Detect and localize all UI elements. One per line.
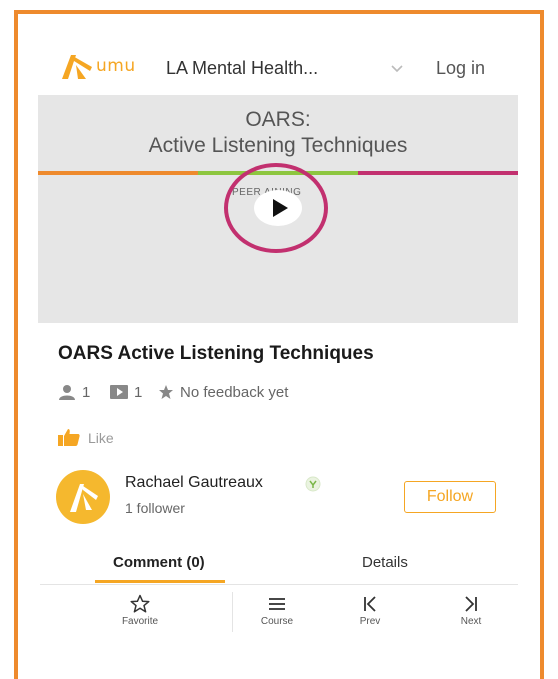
like-label: Like — [88, 430, 114, 446]
learners-count: 1 — [82, 384, 91, 401]
content-title: OARS Active Listening Techniques — [58, 343, 374, 364]
video-player[interactable]: OARS: Active Listening Techniques PEER A… — [38, 95, 518, 323]
thumbs-up-icon — [58, 429, 80, 446]
course-label: Course — [260, 616, 294, 627]
prev-label: Prev — [359, 616, 381, 627]
course-button[interactable]: Course — [237, 588, 317, 636]
login-link[interactable]: Log in — [436, 58, 485, 79]
top-header: umu LA Mental Health... Log in — [40, 50, 510, 90]
avatar-logo-icon — [70, 484, 98, 512]
follow-button[interactable]: Follow — [404, 481, 496, 513]
prev-icon — [364, 596, 376, 612]
chevron-down-icon[interactable] — [389, 60, 405, 76]
video-icon — [110, 385, 128, 399]
video-title-line-2: Active Listening Techniques — [148, 134, 408, 157]
follower-count: 1 follower — [125, 500, 185, 516]
next-icon — [465, 596, 477, 612]
org-name[interactable]: LA Mental Health... — [166, 58, 318, 79]
favorite-label: Favorite — [121, 616, 159, 627]
tab-divider — [40, 584, 518, 585]
stripe-orange — [38, 171, 198, 175]
user-icon — [59, 385, 75, 400]
author-avatar[interactable] — [56, 470, 110, 524]
tab-details[interactable]: Details — [362, 554, 408, 584]
favorite-button[interactable]: Favorite — [100, 588, 180, 636]
bottom-toolbar: Favorite Course Prev Next — [40, 588, 518, 636]
logo-text: umu — [96, 56, 136, 76]
prev-button[interactable]: Prev — [330, 588, 410, 636]
active-tab-indicator — [95, 580, 225, 583]
umu-logo-mark-icon — [62, 55, 92, 79]
next-label: Next — [460, 616, 482, 627]
next-button[interactable]: Next — [431, 588, 511, 636]
verified-badge-icon — [305, 476, 321, 492]
highlight-ring — [224, 163, 328, 253]
star-icon — [159, 385, 173, 399]
toolbar-separator — [232, 592, 233, 632]
stripe-magenta — [358, 171, 518, 175]
umu-logo[interactable]: umu — [62, 53, 142, 81]
feedback-text: No feedback yet — [180, 384, 289, 401]
star-outline-icon — [130, 594, 150, 613]
video-title: OARS: Active Listening Techniques — [38, 107, 518, 159]
author-name[interactable]: Rachael Gautreaux — [125, 474, 263, 492]
videos-count: 1 — [134, 384, 143, 401]
video-title-line-1: OARS: — [245, 108, 311, 131]
menu-icon — [269, 598, 285, 610]
